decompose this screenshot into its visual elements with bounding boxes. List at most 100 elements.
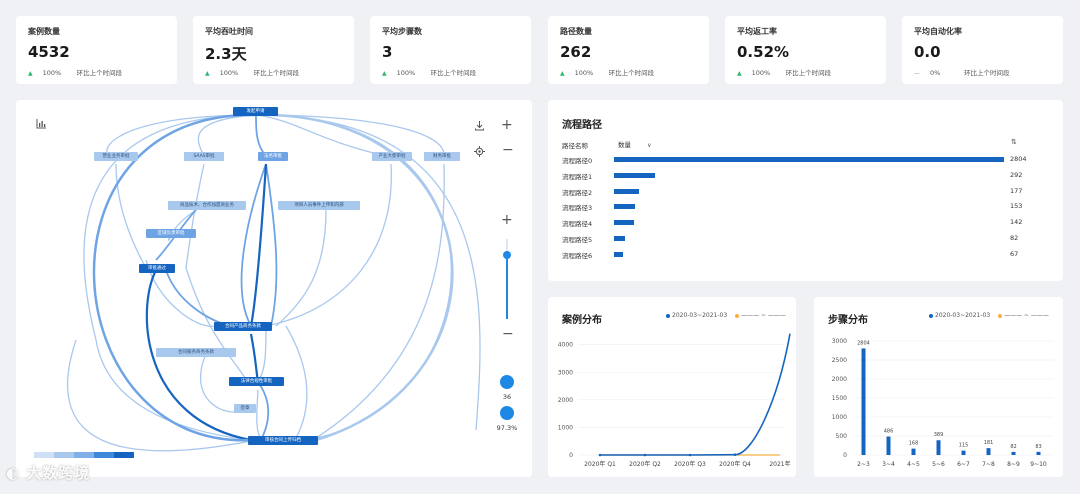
path-row-name[interactable]: 流程路径5: [562, 234, 592, 244]
case-dist-chart: 0 1000 2000 3000 4000 2020年 Q1 2020年 Q2 2020年 Q…: [558, 333, 791, 468]
kpi-footer: — 0% 环比上个时间段: [914, 67, 1010, 77]
series-point: [688, 453, 692, 457]
step-bar: [936, 440, 941, 455]
process-node[interactable]: 商品技术、合作加盟商业务: [168, 201, 246, 210]
kpi-footer: ▲ 100% 环比上个时间段: [737, 67, 831, 77]
kpi-footer: ▲ 100% 环比上个时间段: [205, 67, 299, 77]
path-row-name[interactable]: 流程路径0: [562, 155, 592, 165]
step-bar: [886, 436, 891, 455]
process-node[interactable]: SAAS审批: [184, 152, 224, 161]
up-arrow-icon: ▲: [382, 70, 387, 77]
path-row-name[interactable]: 流程路径6: [562, 250, 592, 260]
path-row-bar[interactable]: [614, 172, 655, 178]
x-tick-label: 6~7: [957, 461, 970, 468]
y-tick-label: 2500: [832, 357, 847, 364]
step-bar: [1011, 451, 1016, 455]
threshold-knob-1[interactable]: [500, 375, 514, 389]
process-node[interactable]: 审批通过: [139, 264, 175, 273]
zoom-out-icon[interactable]: −: [502, 326, 514, 342]
y-tick-label: 1500: [832, 395, 847, 402]
step-bar: [861, 348, 866, 455]
step-dist-panel: 步骤分布 2020-03~2021-03 ——— ~ ——— 0 500 1000 1…: [814, 297, 1063, 477]
step-bar: [986, 448, 991, 455]
color-scale-step: [94, 452, 114, 458]
zoom-slider-handle[interactable]: [503, 251, 511, 259]
y-tick-label: 0: [843, 452, 847, 459]
process-node-end[interactable]: 审核合同上传归档: [248, 436, 318, 445]
process-node[interactable]: 项目人员事件上传和内部: [278, 201, 360, 210]
paths-panel: 流程路径 路径名称 数量 ∨ ⇅ 流程路径0 2804 流程路径1 292 流程路径2 1…: [548, 100, 1063, 281]
kpi-card-steps: 平均步骤数 3 ▲ 100% 环比上个时间段: [370, 16, 531, 84]
path-row-name[interactable]: 流程路径3: [562, 202, 592, 212]
process-node[interactable]: 营业业务审批: [94, 152, 138, 161]
path-row-bar[interactable]: [614, 157, 1004, 162]
bar-value-label: 115: [959, 443, 969, 449]
kpi-percent: 100%: [396, 69, 416, 77]
kpi-card-automation: 平均自动化率 0.0 — 0% 环比上个时间段: [902, 16, 1063, 84]
plus-icon[interactable]: +: [501, 117, 513, 133]
kpi-title: 路径数量: [560, 27, 592, 36]
threshold-knob-2[interactable]: [500, 406, 514, 420]
process-node[interactable]: 签章: [234, 404, 256, 413]
kpi-value: 4532: [28, 43, 70, 61]
paths-col-count: 数量: [618, 141, 631, 149]
kpi-value: 0.52%: [737, 43, 790, 61]
panel-title: 流程路径: [562, 120, 602, 131]
x-tick-label: 9~10: [1030, 461, 1047, 468]
path-row-name[interactable]: 流程路径2: [562, 187, 592, 197]
x-tick-label: 2021年: [769, 460, 790, 468]
watermark-logo: ◐ 大数跨境: [6, 462, 90, 483]
x-tick-label: 7~8: [982, 461, 995, 468]
paths-col-count-select[interactable]: 数量 ∨: [618, 139, 651, 149]
zoom-in-icon[interactable]: +: [501, 212, 513, 228]
kpi-compare: 环比上个时间段: [608, 69, 655, 77]
process-node-start[interactable]: 发起申请: [233, 107, 278, 116]
path-row-name[interactable]: 流程路径4: [562, 218, 592, 228]
kpi-compare: 环比上个时间段: [964, 69, 1010, 77]
path-row-bar[interactable]: [614, 251, 624, 257]
process-node[interactable]: 产业大使审批: [372, 152, 412, 161]
y-tick-label: 0: [569, 452, 573, 459]
process-node[interactable]: 财务审批: [424, 152, 460, 161]
chart-icon[interactable]: [36, 118, 47, 132]
x-tick-label: 2020年 Q3: [674, 460, 706, 468]
step-bar: [1036, 451, 1041, 455]
color-scale-legend: [34, 452, 134, 458]
up-arrow-icon: ▲: [560, 70, 565, 77]
path-row-bar[interactable]: [614, 236, 626, 241]
process-node[interactable]: 法律合规性审批: [229, 377, 284, 386]
step-dist-chart: 0 500 1000 1500 2000 2500 3000 2804 2~3 486 3~4 168…: [832, 338, 1054, 468]
process-map-panel[interactable]: 发起申请 营业业务审批 SAAS审批 法务审批 产业大使审批 财务审批 商品技术…: [16, 100, 532, 477]
zoom-slider-track[interactable]: [503, 239, 511, 319]
flat-arrow-icon: —: [914, 70, 920, 77]
x-tick-label: 2020年 Q2: [629, 460, 661, 468]
process-node[interactable]: 合同服务商务条款: [156, 348, 236, 357]
x-tick-label: 3~4: [882, 461, 895, 468]
x-tick-label: 5~6: [932, 461, 945, 468]
sort-icon[interactable]: ⇅: [1011, 138, 1017, 146]
bar-value-label: 486: [884, 429, 894, 435]
kpi-card-rework: 平均返工率 0.52% ▲ 100% 环比上个时间段: [725, 16, 886, 84]
zoom-slider-fill: [506, 255, 508, 319]
watermark-logo-mark: ◐: [6, 464, 21, 482]
process-node[interactable]: 合同产品商务条款: [214, 322, 272, 331]
color-scale-step: [114, 452, 134, 458]
minus-icon[interactable]: −: [502, 142, 514, 158]
x-tick-label: 4~5: [907, 461, 920, 468]
path-row-bar[interactable]: [614, 220, 634, 226]
path-row-bar[interactable]: [614, 188, 639, 194]
kpi-percent: 100%: [574, 69, 594, 77]
kpi-title: 平均步骤数: [382, 27, 422, 36]
bar-value-label: 389: [934, 432, 944, 438]
kpi-value: 262: [560, 43, 592, 61]
series-point: [733, 453, 737, 457]
path-row-bar[interactable]: [614, 204, 636, 210]
download-icon[interactable]: [474, 120, 485, 134]
kpi-value: 3: [382, 43, 393, 61]
process-node[interactable]: 法务审批: [258, 152, 288, 161]
kpi-title: 平均返工率: [737, 27, 777, 36]
path-row-name[interactable]: 流程路径1: [562, 171, 592, 181]
series-point: [598, 453, 602, 457]
locate-icon[interactable]: [474, 146, 485, 160]
process-node[interactable]: 区域负责审批: [146, 229, 196, 238]
